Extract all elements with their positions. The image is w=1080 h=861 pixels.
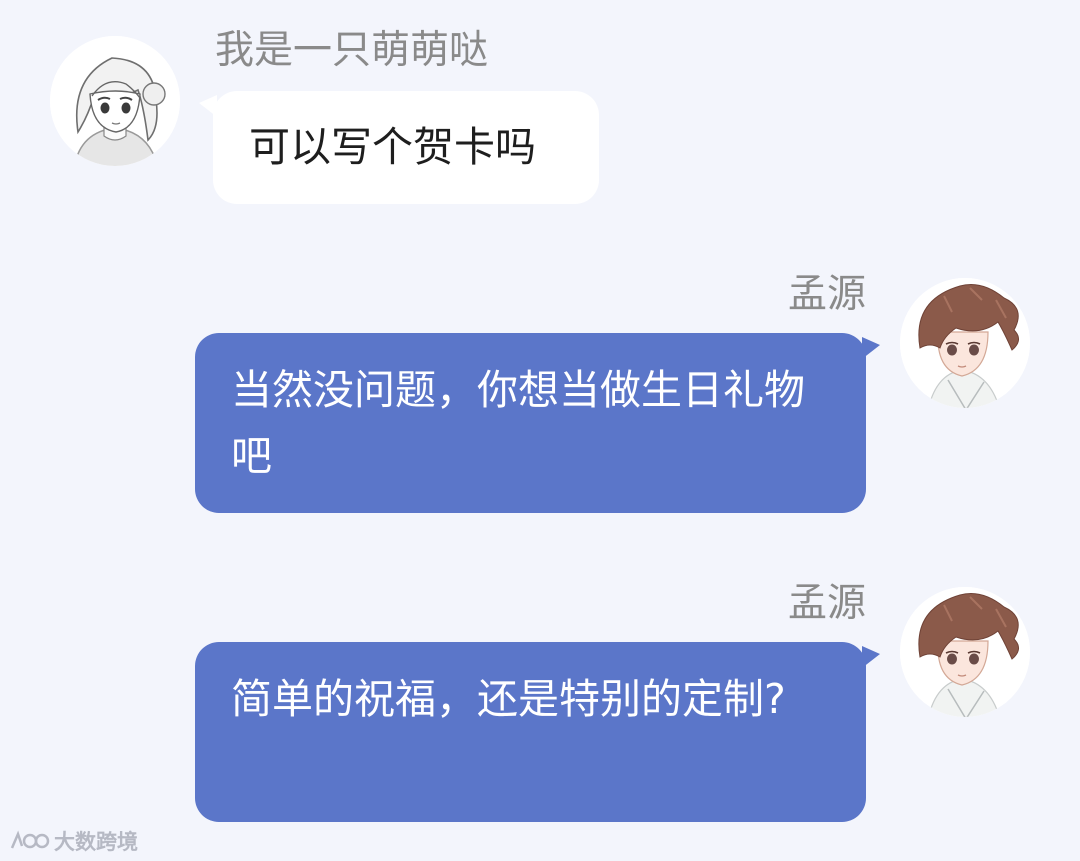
brand-logo-icon <box>8 828 50 854</box>
boy-avatar-icon[interactable] <box>900 587 1030 717</box>
sender-name: 孟源 <box>787 581 866 626</box>
message-bubble-sent[interactable]: 当然没问题，你想当做生日礼物吧 <box>195 333 880 513</box>
sender-name: 孟源 <box>787 272 866 317</box>
sender-name: 我是一只萌萌哒 <box>215 28 489 73</box>
chat-conversation: 我是一只萌萌哒 可以写个贺卡吗 孟源 当然没问题，你想当做生日礼物吧 孟源 简单… <box>0 0 1080 861</box>
message-bubble-received[interactable]: 可以写个贺卡吗 <box>199 91 599 204</box>
watermark: 大数跨境 <box>8 826 138 856</box>
watermark-text: 大数跨境 <box>54 830 138 854</box>
girl-avatar-icon[interactable] <box>50 36 180 166</box>
message-bubble-sent[interactable]: 简单的祝福，还是特别的定制? <box>195 642 880 822</box>
boy-avatar-icon[interactable] <box>900 278 1030 408</box>
